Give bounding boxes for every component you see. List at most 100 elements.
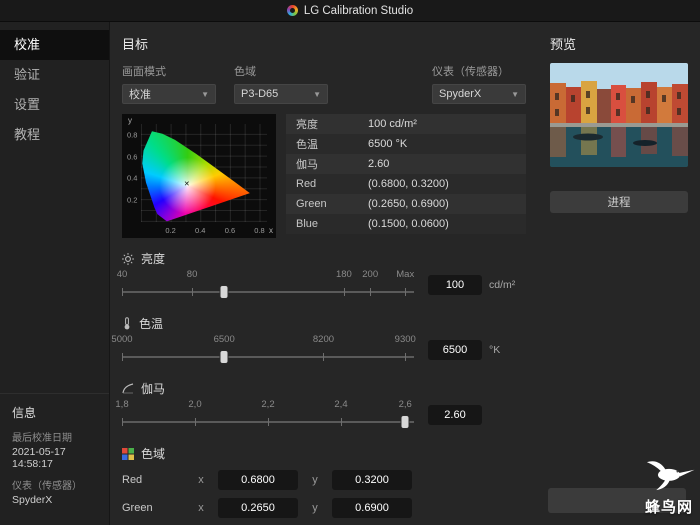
gamut-select-group: 色域 P3-D65 ▼ [234, 63, 328, 104]
cie-y-axis-label: y [128, 116, 132, 125]
red-x-field[interactable]: 0.6800 [218, 470, 298, 490]
red-y-field[interactable]: 0.3200 [332, 470, 412, 490]
picture-mode-label: 画面模式 [122, 66, 166, 78]
app-logo-icon [286, 5, 298, 16]
gamma-slider-handle[interactable] [400, 415, 410, 429]
tick-label: 200 [362, 269, 379, 280]
thermometer-icon [122, 317, 132, 330]
brightness-slider-track[interactable] [122, 285, 414, 299]
gamut-row-red: Red x 0.6800 y 0.3200 [122, 470, 526, 490]
chevron-down-icon: ▼ [201, 89, 209, 99]
cie-xtick: 0.4 [195, 226, 206, 235]
gamma-slider-track[interactable] [122, 415, 414, 429]
gamut-color-name: Green [122, 502, 153, 514]
table-row: Green (0.2650, 0.6900) [286, 194, 526, 214]
green-y-field[interactable]: 0.6900 [332, 498, 412, 518]
sidebar-item-verification[interactable]: 验证 [0, 60, 109, 90]
row-label: 亮度 [296, 119, 318, 131]
row-value: (0.6800, 0.3200) [368, 178, 449, 190]
tick-label: 80 [186, 269, 198, 280]
tick-label: 180 [335, 269, 352, 280]
sidebar: 校准 验证 设置 教程 信息 最后校准日期 2021-05-17 14:58:1… [0, 22, 110, 525]
sidebar-item-calibration[interactable]: 校准 [0, 30, 109, 60]
gamut-value: P3-D65 [241, 88, 279, 100]
table-row: Blue (0.1500, 0.0600) [286, 214, 526, 234]
picture-mode-value: 校准 [129, 89, 151, 101]
brightness-slider-title: 亮度 [141, 252, 166, 266]
brightness-slider: 40 80 180 200 Max 100 cd/m² [117, 267, 526, 303]
color-temp-value-field[interactable]: 6500 [428, 340, 482, 360]
row-label: 色温 [296, 139, 318, 151]
color-temp-slider: 5000 6500 8200 9300 6500 °K [111, 332, 526, 368]
brightness-unit: cd/m² [489, 279, 516, 291]
preview-heading: 预览 [550, 37, 577, 52]
green-x-field[interactable]: 0.2650 [218, 498, 298, 518]
gamut-y-label: y [312, 474, 318, 486]
gamma-curve-icon [122, 383, 134, 394]
tick-label: 8200 [312, 334, 335, 345]
target-heading: 目标 [122, 37, 149, 52]
table-row: 色温 6500 °K [286, 134, 526, 154]
cie-ytick: 0.2 [127, 195, 138, 205]
row-value: 6500 °K [368, 138, 408, 150]
cie-gamut-horseshoe [142, 131, 250, 222]
row-label: Red [296, 178, 317, 190]
cie-ytick: 0.8 [127, 130, 138, 140]
picture-mode-dropdown[interactable]: 校准 ▼ [122, 84, 216, 104]
sensor-label: 仪表（传感器） [12, 481, 82, 492]
row-value: 100 cd/m² [368, 118, 417, 130]
app-window: LG Calibration Studio 校准 验证 设置 教程 信息 最后校… [0, 0, 700, 525]
picture-mode-group: 画面模式 校准 ▼ [122, 63, 216, 104]
color-temp-slider-title: 色温 [139, 317, 164, 331]
tick-label: 2,4 [334, 399, 348, 410]
gamut-dropdown[interactable]: P3-D65 ▼ [234, 84, 328, 104]
gamma-slider: 1,8 2,0 2,2 2,4 2,6 2.60 [115, 397, 526, 433]
target-values-table: 亮度 100 cd/m² 色温 6500 °K 伽马 2.60 Red (0.6800,… [286, 114, 526, 234]
gamut-select-label: 色域 [234, 66, 256, 78]
sidebar-item-tutorial[interactable]: 教程 [0, 120, 109, 150]
sensor-dropdown[interactable]: SpyderX ▼ [432, 84, 526, 104]
tick-label: 2,6 [398, 399, 412, 410]
gamut-color-name: Red [122, 474, 143, 486]
chevron-down-icon: ▼ [313, 89, 321, 99]
tick-label: Max [396, 269, 415, 280]
white-point-marker: ✕ [183, 180, 190, 188]
color-grid-icon [122, 447, 134, 460]
preview-panel: 预览 进程 [538, 22, 700, 525]
brightness-slider-handle[interactable] [219, 285, 229, 299]
info-heading: 信息 [12, 406, 37, 420]
row-label: Blue [296, 218, 319, 230]
main-content: 目标 画面模式 校准 ▼ 色域 P3-D65 ▼ 仪表（传感器） SpyderX… [110, 22, 538, 525]
sensor-value: SpyderX [12, 494, 53, 506]
row-label: Green [296, 198, 327, 210]
gamma-value-field[interactable]: 2.60 [428, 405, 482, 425]
cie-xtick: 0.2 [165, 226, 176, 235]
sensor-dropdown-value: SpyderX [439, 88, 482, 100]
tick-label: 1,8 [115, 399, 129, 410]
gamut-row-green: Green x 0.2650 y 0.6900 [122, 498, 526, 518]
tick-label: 40 [116, 269, 128, 280]
color-temp-slider-track[interactable] [122, 350, 414, 364]
chevron-down-icon: ▼ [511, 89, 519, 99]
window-title: LG Calibration Studio [303, 4, 414, 17]
brightness-value-field[interactable]: 100 [428, 275, 482, 295]
cie-ytick: 0.4 [127, 173, 138, 183]
color-temp-unit: °K [489, 344, 501, 356]
last-calibration-date-label: 最后校准日期 [12, 433, 72, 444]
gamma-slider-title: 伽马 [141, 382, 166, 396]
gamut-x-label: x [198, 502, 204, 514]
row-label: 伽马 [296, 159, 318, 171]
cie-xtick: 0.6 [224, 226, 236, 235]
primary-action-button[interactable] [548, 488, 686, 513]
progress-button[interactable]: 进程 [550, 191, 688, 213]
sidebar-item-settings[interactable]: 设置 [0, 90, 109, 120]
table-row: Red (0.6800, 0.3200) [286, 174, 526, 194]
color-temp-slider-handle[interactable] [219, 350, 229, 364]
cie-chromaticity-diagram: y ✕ 0.2 0.4 0.6 0.8 0.2 0.4 0.6 0.8 x [122, 114, 276, 238]
cie-ytick: 0.6 [127, 152, 138, 162]
titlebar: LG Calibration Studio [0, 0, 700, 22]
tick-label: 6500 [213, 334, 235, 345]
tick-label: 2,0 [188, 399, 202, 410]
row-value: 2.60 [368, 158, 390, 170]
cie-x-axis-label: x [269, 226, 273, 235]
